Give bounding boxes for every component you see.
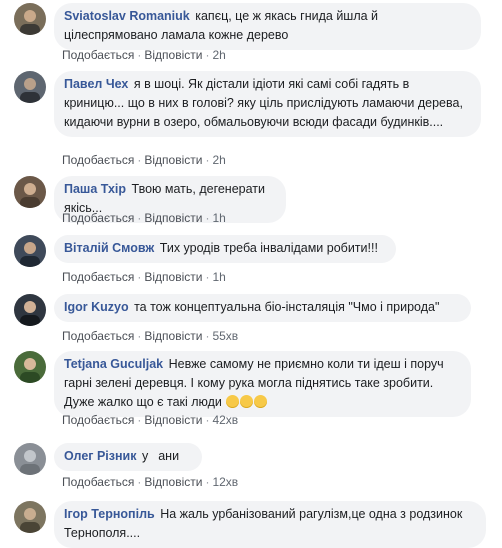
comment-author[interactable]: Павел Чех <box>64 77 128 91</box>
timestamp[interactable]: 2h <box>212 48 225 62</box>
like-button[interactable]: Подобається <box>62 413 134 427</box>
comment-author[interactable]: Віталій Смовж <box>64 241 154 255</box>
timestamp[interactable]: 12хв <box>212 475 238 489</box>
separator: · <box>205 270 210 284</box>
separator: · <box>137 413 142 427</box>
timestamp[interactable]: 1h <box>212 211 225 225</box>
separator: · <box>137 211 142 225</box>
separator: · <box>205 413 210 427</box>
comment-bubble: Віталій Смовж Тих уродів треба інвалідам… <box>54 235 396 263</box>
sad-face-emoji-icon <box>254 395 268 408</box>
avatar[interactable] <box>14 71 46 103</box>
comment-author[interactable]: Sviatoslav Romaniuk <box>64 9 190 23</box>
comment-text: Тих уродів треба інвалідами робити!!! <box>159 241 378 255</box>
comment-actions: Подобається · Відповісти · 55хв <box>62 328 238 344</box>
comment-bubble: Ігор Тернопіль На жаль урбанізований раг… <box>54 501 486 548</box>
comment-actions: Подобається · Відповісти · 12хв <box>62 474 238 490</box>
avatar[interactable] <box>14 351 46 383</box>
like-button[interactable]: Подобається <box>62 48 134 62</box>
avatar[interactable] <box>14 235 46 267</box>
like-button[interactable]: Подобається <box>62 211 134 225</box>
avatar[interactable] <box>14 294 46 326</box>
avatar[interactable] <box>14 443 46 475</box>
comment-author[interactable]: Tetjana Guculjak <box>64 357 163 371</box>
reply-button[interactable]: Відповісти <box>144 329 202 343</box>
avatar[interactable] <box>14 501 46 533</box>
separator: · <box>137 153 142 167</box>
comment-bubble: Павел Чех я в шоці. Як дістали ідіоти як… <box>54 71 481 137</box>
like-button[interactable]: Подобається <box>62 270 134 284</box>
comment-text: у <box>141 449 149 463</box>
comment-text: ани <box>158 449 180 463</box>
comment-bubble: Tetjana Guculjak Невже самому не приємно… <box>54 351 471 417</box>
separator: · <box>205 211 210 225</box>
timestamp[interactable]: 2h <box>212 153 225 167</box>
separator: · <box>137 48 142 62</box>
comment-bubble: Igor Kuzyo та тож концептуальна біо-інст… <box>54 294 471 322</box>
separator: · <box>137 329 142 343</box>
avatar[interactable] <box>14 176 46 208</box>
avatar[interactable] <box>14 3 46 35</box>
timestamp[interactable]: 55хв <box>212 329 238 343</box>
reply-button[interactable]: Відповісти <box>144 153 202 167</box>
sad-face-emoji-icon <box>226 395 240 408</box>
like-button[interactable]: Подобається <box>62 475 134 489</box>
timestamp[interactable]: 42хв <box>212 413 238 427</box>
separator: · <box>205 329 210 343</box>
comment-actions: Подобається · Відповісти · 1h <box>62 269 226 285</box>
comment-actions: Подобається · Відповісти · 2h <box>62 47 226 63</box>
comment-actions: Подобається · Відповісти · 42хв <box>62 412 238 428</box>
comment-actions: Подобається · Відповісти · 2h <box>62 152 226 168</box>
comment-author[interactable]: Ігор Тернопіль <box>64 507 155 521</box>
comment-author[interactable]: Паша Тхір <box>64 182 126 196</box>
comment-actions: Подобається · Відповісти · 1h <box>62 210 226 226</box>
separator: · <box>137 270 142 284</box>
comment-text: та тож концептуальна біо-інсталяція "Чмо… <box>134 300 440 314</box>
comment-bubble: Sviatoslav Romaniuk капєц, це ж якась гн… <box>54 3 481 50</box>
comment-author[interactable]: Igor Kuzyo <box>64 300 129 314</box>
separator: · <box>205 48 210 62</box>
reply-button[interactable]: Відповісти <box>144 475 202 489</box>
separator: · <box>205 153 210 167</box>
reply-button[interactable]: Відповісти <box>144 48 202 62</box>
like-button[interactable]: Подобається <box>62 153 134 167</box>
sad-face-emoji-icon <box>240 395 254 408</box>
comment-bubble: Олег Різник у ани <box>54 443 202 471</box>
comment-author[interactable]: Олег Різник <box>64 449 136 463</box>
separator: · <box>137 475 142 489</box>
reply-button[interactable]: Відповісти <box>144 270 202 284</box>
reply-button[interactable]: Відповісти <box>144 211 202 225</box>
like-button[interactable]: Подобається <box>62 329 134 343</box>
timestamp[interactable]: 1h <box>212 270 225 284</box>
separator: · <box>205 475 210 489</box>
reply-button[interactable]: Відповісти <box>144 413 202 427</box>
